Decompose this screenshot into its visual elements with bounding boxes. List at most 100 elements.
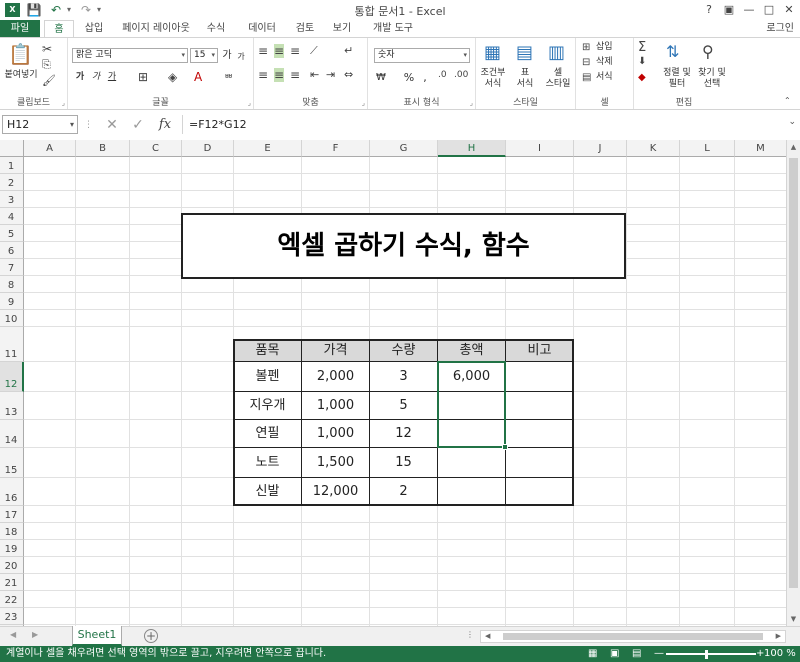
column-header-b[interactable]: B: [76, 140, 130, 157]
scroll-down-icon[interactable]: ▼: [787, 612, 800, 626]
table-cell[interactable]: 15: [370, 448, 438, 478]
clear-icon[interactable]: ◆: [638, 72, 646, 83]
column-header-i[interactable]: I: [506, 140, 574, 157]
row-header-13[interactable]: 13: [0, 392, 24, 420]
row-header-15[interactable]: 15: [0, 448, 24, 478]
align-middle-icon[interactable]: ≡: [274, 44, 285, 58]
select-all-button[interactable]: [0, 140, 24, 157]
alignment-launcher-icon[interactable]: ⌟: [362, 99, 365, 107]
row-header-16[interactable]: 16: [0, 478, 24, 506]
column-header-f[interactable]: F: [302, 140, 370, 157]
number-format-select[interactable]: 숫자 ▾: [374, 48, 470, 63]
row-header-6[interactable]: 6: [0, 242, 24, 259]
tab-formulas[interactable]: 수식: [200, 20, 232, 38]
column-header-d[interactable]: D: [182, 140, 234, 157]
comma-button[interactable]: ,: [420, 72, 430, 83]
new-sheet-button[interactable]: +: [144, 629, 158, 643]
table-cell[interactable]: 지우개: [234, 392, 302, 420]
column-header-g[interactable]: G: [370, 140, 438, 157]
table-header-cell[interactable]: 비고: [506, 340, 574, 362]
fill-handle[interactable]: [502, 444, 508, 450]
row-header-12[interactable]: 12: [0, 362, 24, 392]
bold-button[interactable]: 가: [74, 72, 86, 83]
sheet-tab-sheet1[interactable]: Sheet1: [72, 626, 122, 646]
table-cell[interactable]: 볼펜: [234, 362, 302, 392]
row-header-1[interactable]: 1: [0, 157, 24, 174]
restore-button[interactable]: □: [760, 2, 778, 18]
table-header-cell[interactable]: 총액: [438, 340, 506, 362]
next-sheet-icon[interactable]: ▶: [32, 630, 38, 639]
shrink-font-button[interactable]: 가: [235, 51, 247, 62]
prev-sheet-icon[interactable]: ◀: [10, 630, 16, 639]
table-cell[interactable]: [438, 420, 506, 448]
row-header-18[interactable]: 18: [0, 523, 24, 540]
borders-icon[interactable]: ⊞: [138, 70, 148, 84]
table-cell[interactable]: 연필: [234, 420, 302, 448]
tab-review[interactable]: 검토: [290, 20, 320, 38]
autosum-icon[interactable]: Σ: [638, 40, 646, 55]
row-header-9[interactable]: 9: [0, 293, 24, 310]
tab-home[interactable]: 홈: [44, 20, 74, 38]
clipboard-launcher-icon[interactable]: ⌟: [62, 99, 65, 107]
table-header-cell[interactable]: 품목: [234, 340, 302, 362]
zoom-slider[interactable]: [666, 653, 756, 655]
tab-view[interactable]: 보기: [326, 20, 358, 38]
font-name-select[interactable]: 맑은 고딕 ▾: [72, 48, 188, 63]
find-select-button[interactable]: 찾기 및 선택: [694, 68, 730, 90]
worksheet-grid[interactable]: ABCDEFGHIJKLM 1 2 3 4 5 6 7 8 9 10 11 12 13 14 15 16 17 1…: [0, 140, 800, 626]
title-text-box[interactable]: 엑셀 곱하기 수식, 함수: [181, 213, 626, 279]
increase-decimal-icon[interactable]: .0: [438, 70, 447, 80]
column-header-l[interactable]: L: [680, 140, 735, 157]
font-size-select[interactable]: 15 ▾: [190, 48, 218, 63]
paste-button[interactable]: 붙여넣기: [2, 70, 40, 81]
decrease-decimal-icon[interactable]: .00: [454, 70, 468, 80]
vertical-scroll-thumb[interactable]: [789, 158, 798, 588]
conditional-format-icon[interactable]: ▦: [484, 42, 501, 63]
page-layout-view-icon[interactable]: ▣: [610, 646, 619, 662]
font-launcher-icon[interactable]: ⌟: [248, 99, 251, 107]
name-box[interactable]: H12 ▾: [2, 115, 78, 134]
cancel-entry-icon[interactable]: ✕: [104, 116, 120, 134]
vertical-scrollbar[interactable]: ▲ ▼: [786, 140, 800, 626]
cell-styles-button[interactable]: 셀 스타일: [540, 68, 576, 90]
delete-cells-button[interactable]: 삭제: [596, 57, 626, 68]
zoom-slider-thumb[interactable]: [705, 650, 708, 659]
table-cell[interactable]: 신발: [234, 478, 302, 506]
insert-cells-button[interactable]: 삽입: [596, 42, 626, 53]
row-header-22[interactable]: 22: [0, 591, 24, 608]
grow-font-button[interactable]: 가: [221, 50, 233, 61]
table-cell[interactable]: [506, 420, 574, 448]
fill-icon[interactable]: ⬇: [638, 56, 646, 67]
tab-insert[interactable]: 삽입: [78, 20, 110, 38]
wrap-text-icon[interactable]: ↵: [344, 44, 353, 57]
tab-developer[interactable]: 개발 도구: [362, 20, 424, 38]
row-header-11[interactable]: 11: [0, 327, 24, 362]
tab-page-layout[interactable]: 페이지 레이아웃: [116, 20, 196, 38]
align-top-icon[interactable]: ≡: [258, 44, 268, 58]
help-button[interactable]: ?: [700, 2, 718, 18]
copy-icon[interactable]: ⎘: [42, 58, 51, 72]
table-cell[interactable]: 12: [370, 420, 438, 448]
cell-styles-icon[interactable]: ▥: [548, 42, 565, 63]
sign-in-link[interactable]: 로그인: [766, 20, 794, 38]
row-header-23[interactable]: 23: [0, 608, 24, 625]
percent-button[interactable]: %: [402, 72, 416, 83]
insert-function-button[interactable]: fx: [156, 116, 174, 134]
currency-button[interactable]: ₩: [374, 72, 388, 83]
align-right-icon[interactable]: ≡: [290, 68, 300, 82]
page-break-view-icon[interactable]: ▤: [632, 646, 641, 662]
table-cell[interactable]: [438, 448, 506, 478]
scroll-up-icon[interactable]: ▲: [787, 140, 800, 154]
table-cell[interactable]: [438, 478, 506, 506]
italic-button[interactable]: 가: [90, 72, 102, 83]
align-bottom-icon[interactable]: ≡: [290, 44, 300, 58]
zoom-out-button[interactable]: —: [654, 646, 664, 662]
delete-cells-icon[interactable]: ⊟: [582, 57, 590, 68]
column-header-h[interactable]: H: [438, 140, 506, 157]
format-painter-icon[interactable]: 🖌: [42, 74, 56, 87]
table-cell[interactable]: [506, 448, 574, 478]
table-cell[interactable]: 6,000: [438, 362, 506, 392]
decrease-indent-icon[interactable]: ⇤: [310, 68, 319, 81]
fill-color-icon[interactable]: ◈: [168, 70, 177, 84]
align-left-icon[interactable]: ≡: [258, 68, 268, 82]
